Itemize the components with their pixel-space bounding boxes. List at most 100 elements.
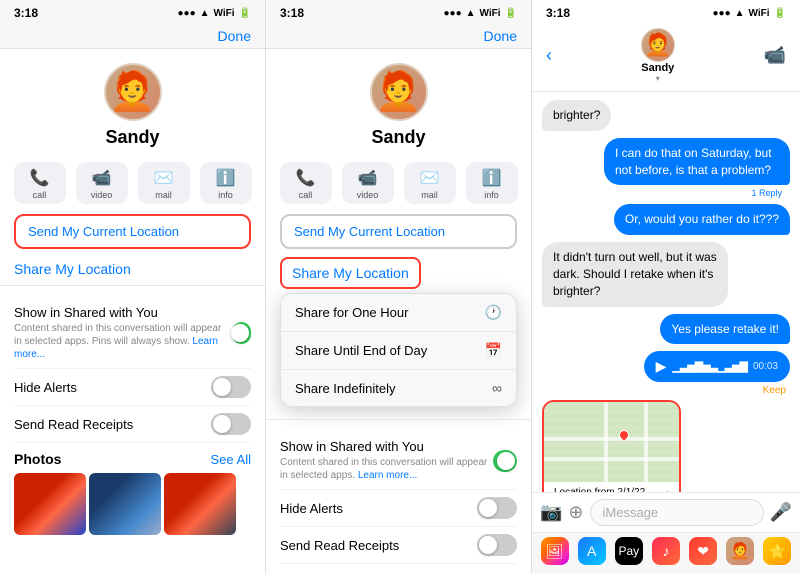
message-input[interactable]: iMessage [590,499,764,526]
info-label-2: info [484,190,499,200]
see-all-link-1[interactable]: See All [211,452,251,467]
popup-item-day[interactable]: Share Until End of Day 📅 [281,332,516,370]
read-receipts-toggle-1[interactable] [211,413,251,435]
photo-thumb-1b[interactable] [89,473,161,535]
apps-icon[interactable]: ⊕ [568,502,583,523]
keep-label[interactable]: Keep [542,385,790,396]
mail-label-2: mail [421,190,438,200]
call-label-2: call [299,190,313,200]
video-call-button[interactable]: 📹 [764,45,786,66]
reply-indicator-2: 1 Reply [542,188,790,198]
photo-thumb-1a[interactable] [14,473,86,535]
settings-section-1: Show in Shared with You Content shared i… [0,285,265,443]
hide-alerts-row-1: Hide Alerts [14,369,251,406]
msg-bubble-2: I can do that on Saturday, but not befor… [604,138,790,186]
drawer-heart-icon[interactable]: ❤ [689,537,717,565]
video-btn-1[interactable]: 📹 video [76,162,128,204]
video-btn-2[interactable]: 📹 video [342,162,394,204]
contact-name-2: Sandy [371,127,425,148]
info-label-1: info [218,190,233,200]
drawer-photos-icon[interactable]: 🖼 [541,537,569,565]
popup-item-indefinitely[interactable]: Share Indefinitely ∞ [281,370,516,406]
photo-thumb-1c[interactable] [164,473,236,535]
drawer-avatar-icon[interactable]: 🧑‍🦰 [726,537,754,565]
shared-with-toggle-1[interactable] [232,322,251,344]
read-receipts-label-2: Send Read Receipts [280,538,399,553]
call-icon-2: 📞 [296,168,316,188]
location-section-1: Send My Current Location Share My Locati… [0,214,265,285]
message-row-6: ▶ ▁▃▅▇▅▃▁▃▅▇ 00:03 [542,351,790,382]
popup-day-label: Share Until End of Day [295,343,427,358]
map-chevron-icon: › [666,487,669,492]
info-icon-1: ℹ️ [216,168,236,188]
mail-btn-1[interactable]: ✉️ mail [138,162,190,204]
shared-with-row-2: Show in Shared with You Content shared i… [280,432,517,490]
map-location-label: Location from 2/1/22 [554,487,645,492]
send-current-location-btn-2[interactable]: Send My Current Location [280,214,517,249]
hide-alerts-toggle-1[interactable] [211,376,251,398]
audio-message[interactable]: ▶ ▁▃▅▇▅▃▁▃▅▇ 00:03 [644,351,790,382]
call-btn-1[interactable]: 📞 call [14,162,66,204]
video-icon-2: 📹 [358,168,378,188]
send-current-location-btn-1[interactable]: Send My Current Location [14,214,251,249]
hide-alerts-toggle-2[interactable] [477,497,517,519]
read-receipts-toggle-2[interactable] [477,534,517,556]
mail-icon-1: ✉️ [154,168,174,188]
clock-icon: 🕐 [485,304,502,321]
play-button[interactable]: ▶ [656,358,667,375]
shared-with-desc-2: Content shared in this conversation will… [280,456,493,482]
imsg-avatar: 🧑‍🦰 [641,28,675,62]
hide-alerts-label-1: Hide Alerts [14,380,77,395]
action-row-1: 📞 call 📹 video ✉️ mail ℹ️ info [0,156,265,214]
camera-icon[interactable]: 📷 [540,502,562,523]
mail-icon-2: ✉️ [420,168,440,188]
done-button-1[interactable]: Done [218,28,251,44]
drawer-sticker-icon[interactable]: ⭐ [763,537,791,565]
shared-with-label-2: Show in Shared with You [280,439,493,454]
shared-with-desc-1: Content shared in this conversation will… [14,322,232,361]
hide-alerts-label-2: Hide Alerts [280,501,343,516]
drawer-music-icon[interactable]: ♪ [652,537,680,565]
drawer-appstore-icon[interactable]: A [578,537,606,565]
back-button[interactable]: ‹ [546,45,552,66]
message-row-5: Yes please retake it! [542,314,790,345]
imsg-contact-center[interactable]: 🧑‍🦰 Sandy ▾ [641,28,675,83]
avatar-section-1: 🧑‍🦰 Sandy [0,49,265,156]
done-button-2[interactable]: Done [484,28,517,44]
phone-panel-1: 3:18 ●●● ▲ WiFi 🔋 Done 🧑‍🦰 Sandy 📞 call … [0,0,266,573]
map-location-thumbnail[interactable]: Location from 2/1/22 › [542,400,681,492]
status-icons-2: ●●● ▲ WiFi 🔋 [444,8,518,19]
info-btn-2[interactable]: ℹ️ info [466,162,518,204]
msg-bubble-1: brighter? [542,100,611,131]
imsg-status-bar: 3:18 ●●● ▲ WiFi 🔋 [532,0,800,24]
call-btn-2[interactable]: 📞 call [280,162,332,204]
popup-item-hour[interactable]: Share for One Hour 🕐 [281,294,516,332]
mail-label-1: mail [155,190,172,200]
share-my-location-btn-1[interactable]: Share My Location [14,257,251,281]
chevron-down-icon: ▾ [656,74,660,83]
drawer-applepay-icon[interactable]: Pay [615,537,643,565]
read-receipts-row-1: Send Read Receipts [14,406,251,443]
infinity-icon: ∞ [492,380,502,396]
status-bar-1: 3:18 ●●● ▲ WiFi 🔋 [0,0,265,24]
info-btn-1[interactable]: ℹ️ info [200,162,252,204]
settings-section-2: Show in Shared with You Content shared i… [266,419,531,564]
shared-with-row-1: Show in Shared with You Content shared i… [14,298,251,369]
contact-name-1: Sandy [105,127,159,148]
message-row-3: Or, would you rather do it??? [542,204,790,235]
voice-icon[interactable]: 🎤 [770,502,792,523]
message-row-4: It didn't turn out well, but it was dark… [542,242,790,306]
shared-with-toggle-2[interactable] [493,450,517,472]
message-group-6: ▶ ▁▃▅▇▅▃▁▃▅▇ 00:03 Keep [542,351,790,396]
message-group-2: I can do that on Saturday, but not befor… [542,138,790,201]
audio-duration: 00:03 [753,361,778,372]
popup-hour-label: Share for One Hour [295,305,408,320]
photos-section-2: Photos See All [266,564,531,573]
messages-area: brighter? I can do that on Saturday, but… [532,92,800,492]
call-icon-1: 📞 [30,168,50,188]
top-nav-1: Done [0,24,265,49]
mail-btn-2[interactable]: ✉️ mail [404,162,456,204]
imsg-status-time: 3:18 [546,6,570,20]
share-my-location-btn-2[interactable]: Share My Location [280,257,421,289]
msg-bubble-5: Yes please retake it! [660,314,790,345]
